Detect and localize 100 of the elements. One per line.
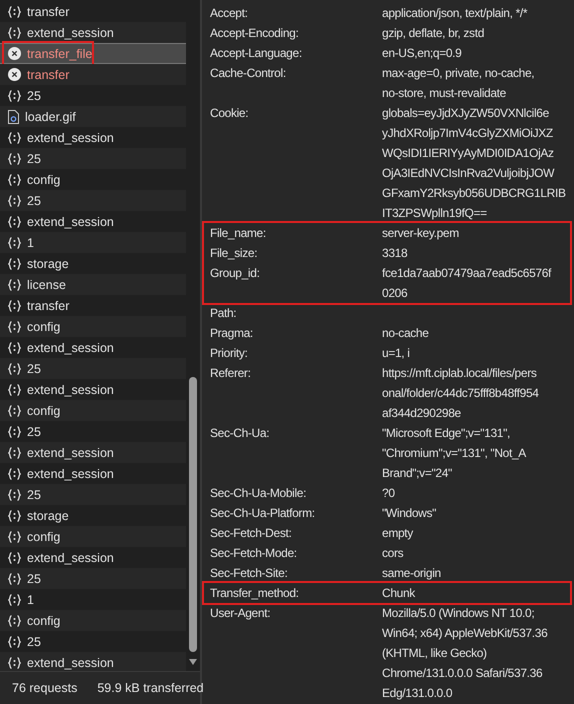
request-row[interactable]: config xyxy=(0,610,186,631)
header-value: cors xyxy=(382,545,404,562)
request-row[interactable]: 25 xyxy=(0,484,186,505)
error-icon xyxy=(8,68,21,81)
braces-icon xyxy=(8,236,21,248)
braces-icon xyxy=(8,384,21,396)
header-value: https://mft.ciplab.local/files/pers xyxy=(382,365,538,382)
header-name: Sec-Ch-Ua-Mobile: xyxy=(210,485,308,502)
header-name: Referer: xyxy=(210,365,252,382)
braces-icon xyxy=(8,468,21,480)
header-value: OjA3IEdNVCIsInRva2VuljoibjJOW xyxy=(382,165,556,182)
request-row[interactable]: extend_session xyxy=(0,442,186,463)
header-value: WQsIDI1IERIYyAyMDI0IDA1OjAz xyxy=(382,145,555,162)
braces-icon xyxy=(8,656,21,668)
header-value: yJhdXRoljp7ImV4cGlyZXMiOiJXZ xyxy=(382,125,554,142)
braces-icon xyxy=(8,426,21,438)
header-name: Transfer_method: xyxy=(210,585,300,602)
braces-icon xyxy=(8,446,21,458)
request-row[interactable]: config xyxy=(0,526,186,547)
braces-icon xyxy=(8,636,21,648)
braces-icon xyxy=(8,594,21,606)
braces-icon xyxy=(8,174,21,186)
header-value: Brand";v="24" xyxy=(382,465,453,482)
header-name: Sec-Ch-Ua-Platform: xyxy=(210,505,316,522)
header-value: "Windows" xyxy=(382,505,436,522)
header-value: en-US,en;q=0.9 xyxy=(382,45,462,62)
file-icon xyxy=(8,110,19,124)
braces-icon xyxy=(8,510,21,522)
header-name: Sec-Fetch-Dest: xyxy=(210,525,292,542)
header-name: User-Agent: xyxy=(210,605,272,622)
request-row[interactable]: extend_session xyxy=(0,22,186,43)
braces-icon xyxy=(8,258,21,270)
braces-icon xyxy=(8,132,21,144)
header-name: Sec-Fetch-Site: xyxy=(210,565,288,582)
braces-icon xyxy=(8,278,21,290)
braces-icon xyxy=(8,404,21,416)
braces-icon xyxy=(8,216,21,228)
header-value: u=1, i xyxy=(382,345,410,362)
request-row[interactable]: transfer xyxy=(0,64,186,85)
header-value: onal/folder/c44dc75fff8b48ff954 xyxy=(382,385,539,402)
braces-icon xyxy=(8,152,21,164)
scrollbar-drawing[interactable] xyxy=(188,377,198,667)
request-row[interactable]: config xyxy=(0,316,186,337)
request-row[interactable]: config xyxy=(0,400,186,421)
header-name: Accept: xyxy=(210,5,249,22)
request-row[interactable]: 25 xyxy=(0,148,186,169)
header-value: empty xyxy=(382,525,413,542)
header-value: application/json, text/plain, */* xyxy=(382,5,528,22)
header-value: max-age=0, private, no-cache, xyxy=(382,65,534,82)
braces-icon xyxy=(8,320,21,332)
header-value: no-store, must-revalidate xyxy=(382,85,507,102)
request-row[interactable]: 1 xyxy=(0,232,186,253)
braces-icon xyxy=(8,552,21,564)
request-row[interactable]: extend_session xyxy=(0,652,186,671)
header-value: Win64; x64) AppleWebKit/537.36 xyxy=(382,625,548,642)
header-value: 3318 xyxy=(382,245,408,262)
header-value: "Microsoft Edge";v="131", xyxy=(382,425,512,442)
header-name: Group_id: xyxy=(210,265,261,282)
braces-icon xyxy=(8,488,21,500)
braces-icon xyxy=(8,614,21,626)
header-name: Path: xyxy=(210,305,238,322)
header-value: 0206 xyxy=(382,285,408,302)
header-value: server-key.pem xyxy=(382,225,459,242)
header-value: same-origin xyxy=(382,565,441,582)
braces-icon xyxy=(8,572,21,584)
header-name: Sec-Ch-Ua: xyxy=(210,425,270,442)
header-name: Cookie: xyxy=(210,105,250,122)
braces-icon xyxy=(8,26,21,38)
braces-icon xyxy=(8,342,21,354)
header-name: Pragma: xyxy=(210,325,254,342)
header-value: Mozilla/5.0 (Windows NT 10.0; xyxy=(382,605,536,622)
header-value: fce1da7aab07479aa7ead5c6576f xyxy=(382,265,552,282)
header-value: Chunk xyxy=(382,585,415,602)
header-value: globals=eyJjdXJyZW50VXNlcil6e xyxy=(382,105,550,122)
request-row[interactable]: 25 xyxy=(0,190,186,211)
header-name: Accept-Language: xyxy=(210,45,303,62)
request-count: 76 requests xyxy=(12,681,78,695)
header-value: af344d290298e xyxy=(382,405,462,422)
request-row[interactable]: license xyxy=(0,274,186,295)
braces-icon xyxy=(8,6,21,18)
header-value: (KHTML, like Gecko) xyxy=(382,645,488,662)
braces-icon xyxy=(8,194,21,206)
transferred-size: 59.9 kB transferred xyxy=(97,681,204,695)
header-value: no-cache xyxy=(382,325,429,342)
header-value: gzip, deflate, br, zstd xyxy=(382,25,484,42)
request-row[interactable]: 25 xyxy=(0,358,186,379)
header-name: Priority: xyxy=(210,345,249,362)
header-value: Edg/131.0.0.0 xyxy=(382,685,454,702)
header-value: Chrome/131.0.0.0 Safari/537.36 xyxy=(382,665,544,682)
braces-icon xyxy=(8,90,21,102)
header-name: Sec-Fetch-Mode: xyxy=(210,545,298,562)
braces-icon xyxy=(8,300,21,312)
error-icon xyxy=(8,47,21,60)
header-name: File_size: xyxy=(210,245,258,262)
header-value: ?0 xyxy=(382,485,395,502)
braces-icon xyxy=(8,362,21,374)
request-row[interactable]: 25 xyxy=(0,568,186,589)
request-row[interactable]: transfer_file xyxy=(0,43,186,64)
header-value: IT3ZPSWplln19fQ== xyxy=(382,205,488,222)
request-row[interactable]: loader.gif xyxy=(0,106,186,127)
